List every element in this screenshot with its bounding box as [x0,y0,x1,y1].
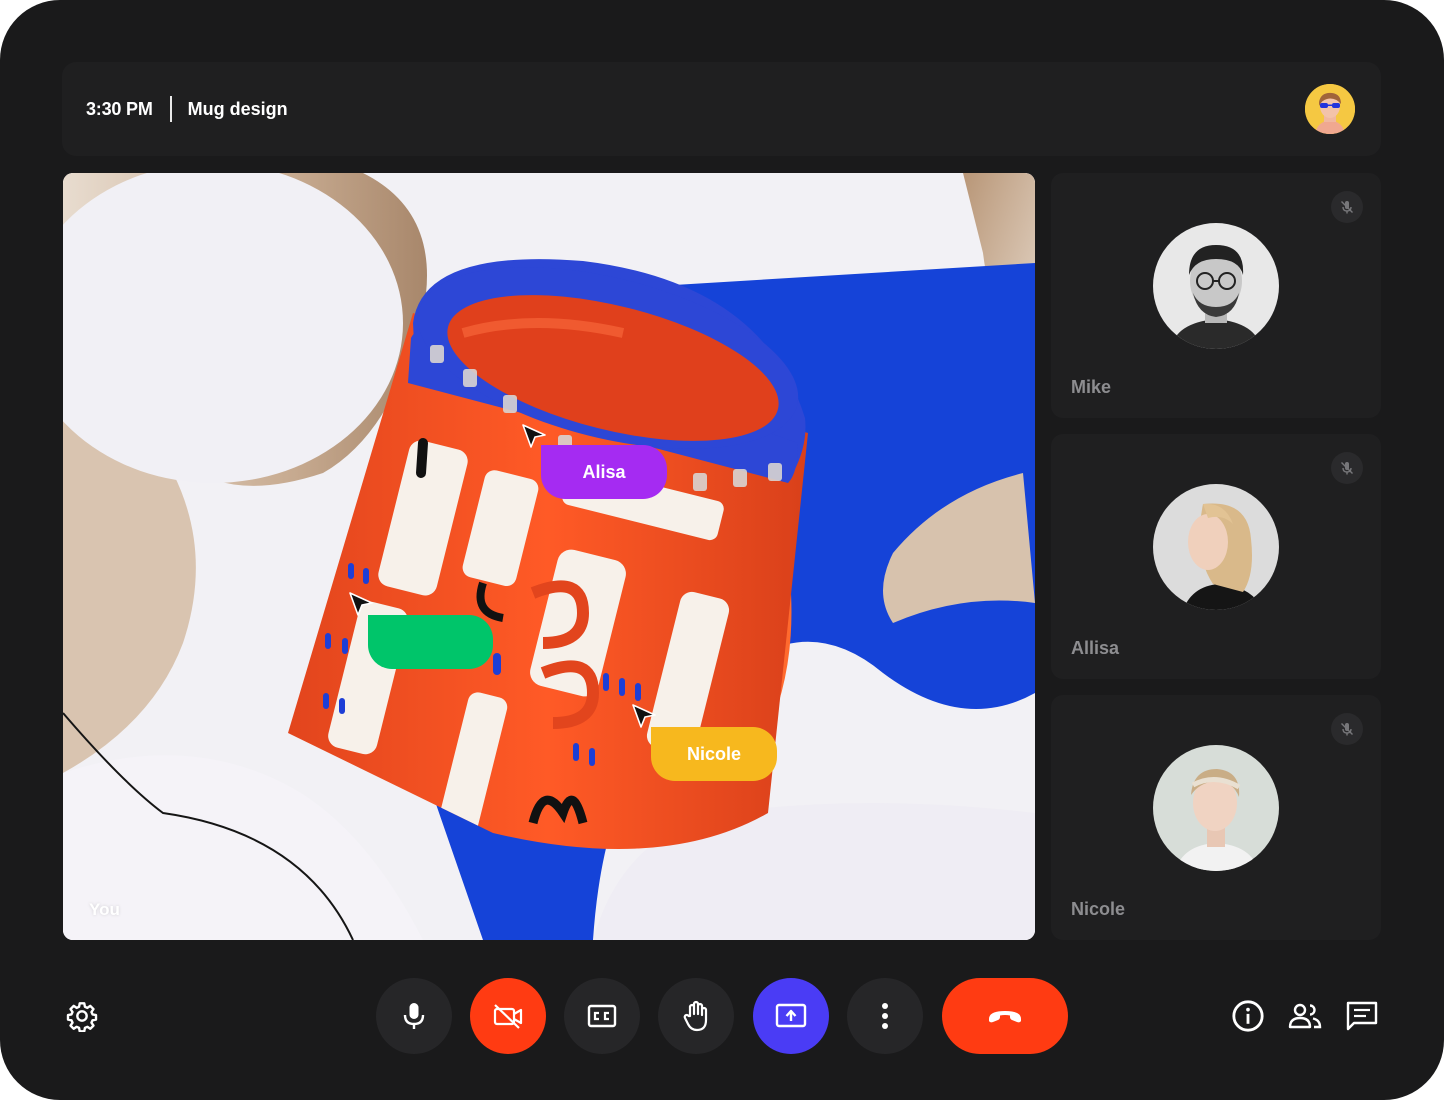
call-time: 3:30 PM [86,98,153,119]
cursor-arrow-icon [632,704,656,728]
header-divider [169,96,172,122]
shared-screen-stage[interactable]: Alisa Nicole You [63,173,1035,940]
meeting-info-button[interactable] [1230,998,1266,1034]
mug-design-preview [63,173,1035,940]
camera-off-icon [493,1004,523,1029]
participant-tile-mike[interactable]: Mike [1051,173,1381,418]
chat-icon [1346,1001,1378,1031]
participant-name: Nicole [1071,899,1126,919]
mic-off-icon [1331,452,1363,484]
participant-avatar [1153,745,1279,871]
participant-avatar [1153,223,1279,349]
microphone-button[interactable] [376,978,452,1054]
call-header: 3:30 PM Mug design [62,62,1381,156]
settings-button[interactable] [64,998,100,1034]
participant-tile-allisa[interactable]: Allisa [1051,434,1381,679]
meeting-title: Mug design [187,98,288,119]
share-screen-button[interactable] [753,978,829,1054]
chat-button[interactable] [1344,998,1380,1034]
self-avatar[interactable] [1305,84,1355,134]
camera-toggle-button[interactable] [470,978,546,1054]
participant-avatar [1153,484,1279,610]
user-avatar-icon [1305,84,1355,134]
video-call-window: 3:30 PM Mug design Alisa Nicole You Mike… [0,0,1444,1100]
raise-hand-button[interactable] [658,978,734,1054]
gear-icon [66,1002,98,1032]
cursor-tag-alisa: Alisa [541,445,667,499]
self-video-label: You [89,900,120,919]
cursor-arrow-icon [349,592,373,616]
people-icon [1288,1003,1322,1029]
more-options-button[interactable] [847,978,923,1054]
info-icon [1232,1000,1264,1032]
hand-icon [683,1000,708,1032]
cursor-tag-nicole: Nicole [651,727,777,781]
mic-off-icon [1331,191,1363,223]
closed-captions-icon [587,1004,617,1028]
participant-name: Allisa [1071,638,1120,658]
cursor-tag-unnamed [368,615,493,669]
captions-button[interactable] [564,978,640,1054]
more-vertical-icon [882,1003,888,1029]
participants-button[interactable] [1287,998,1323,1034]
participant-tile-nicole[interactable]: Nicole [1051,695,1381,940]
present-screen-icon [775,1003,807,1028]
phone-hangup-icon [989,1011,1021,1023]
mic-off-icon [1331,713,1363,745]
microphone-icon [403,1003,425,1029]
participant-name: Mike [1071,377,1112,397]
end-call-button[interactable] [942,978,1068,1054]
